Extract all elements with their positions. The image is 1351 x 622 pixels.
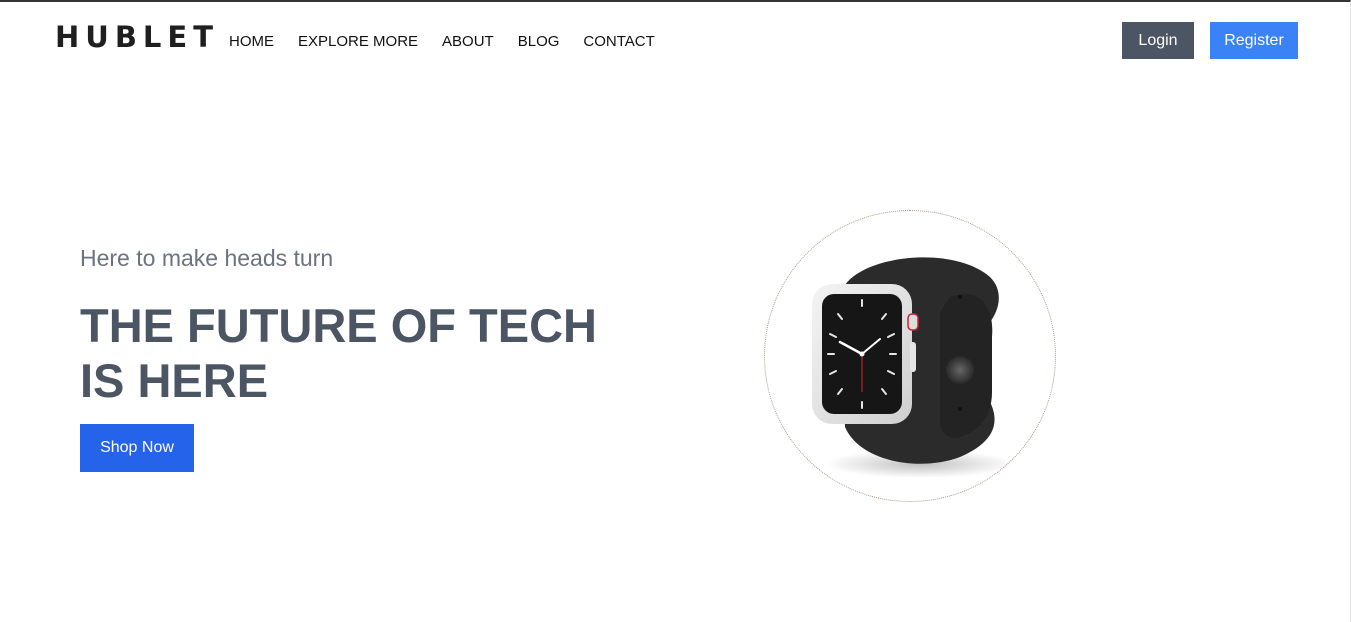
nav-link-home[interactable]: HOME	[229, 32, 274, 52]
page: HUBLET HOME EXPLORE MORE ABOUT BLOG CONT…	[0, 0, 1351, 622]
navbar: HUBLET HOME EXPLORE MORE ABOUT BLOG CONT…	[0, 2, 1350, 80]
login-button[interactable]: Login	[1122, 22, 1194, 59]
nav-menu: HOME EXPLORE MORE ABOUT BLOG CONTACT	[229, 32, 655, 52]
nav-link-blog[interactable]: BLOG	[518, 32, 560, 52]
hero-subtitle: Here to make heads turn	[80, 245, 334, 271]
nav-link-explore-more[interactable]: EXPLORE MORE	[298, 32, 418, 52]
smartwatch-icon	[812, 257, 1015, 478]
logo[interactable]: HUBLET	[55, 20, 219, 54]
register-button[interactable]: Register	[1210, 22, 1298, 59]
shop-now-button[interactable]: Shop Now	[80, 424, 194, 472]
hero-title-line-1: THE FUTURE OF TECH	[80, 299, 597, 352]
nav-link-contact[interactable]: CONTACT	[583, 32, 654, 52]
hero-title-line-2: IS HERE	[80, 354, 269, 407]
nav-link-about[interactable]: ABOUT	[442, 32, 494, 52]
hero-title: THE FUTURE OF TECH IS HERE	[80, 298, 640, 408]
